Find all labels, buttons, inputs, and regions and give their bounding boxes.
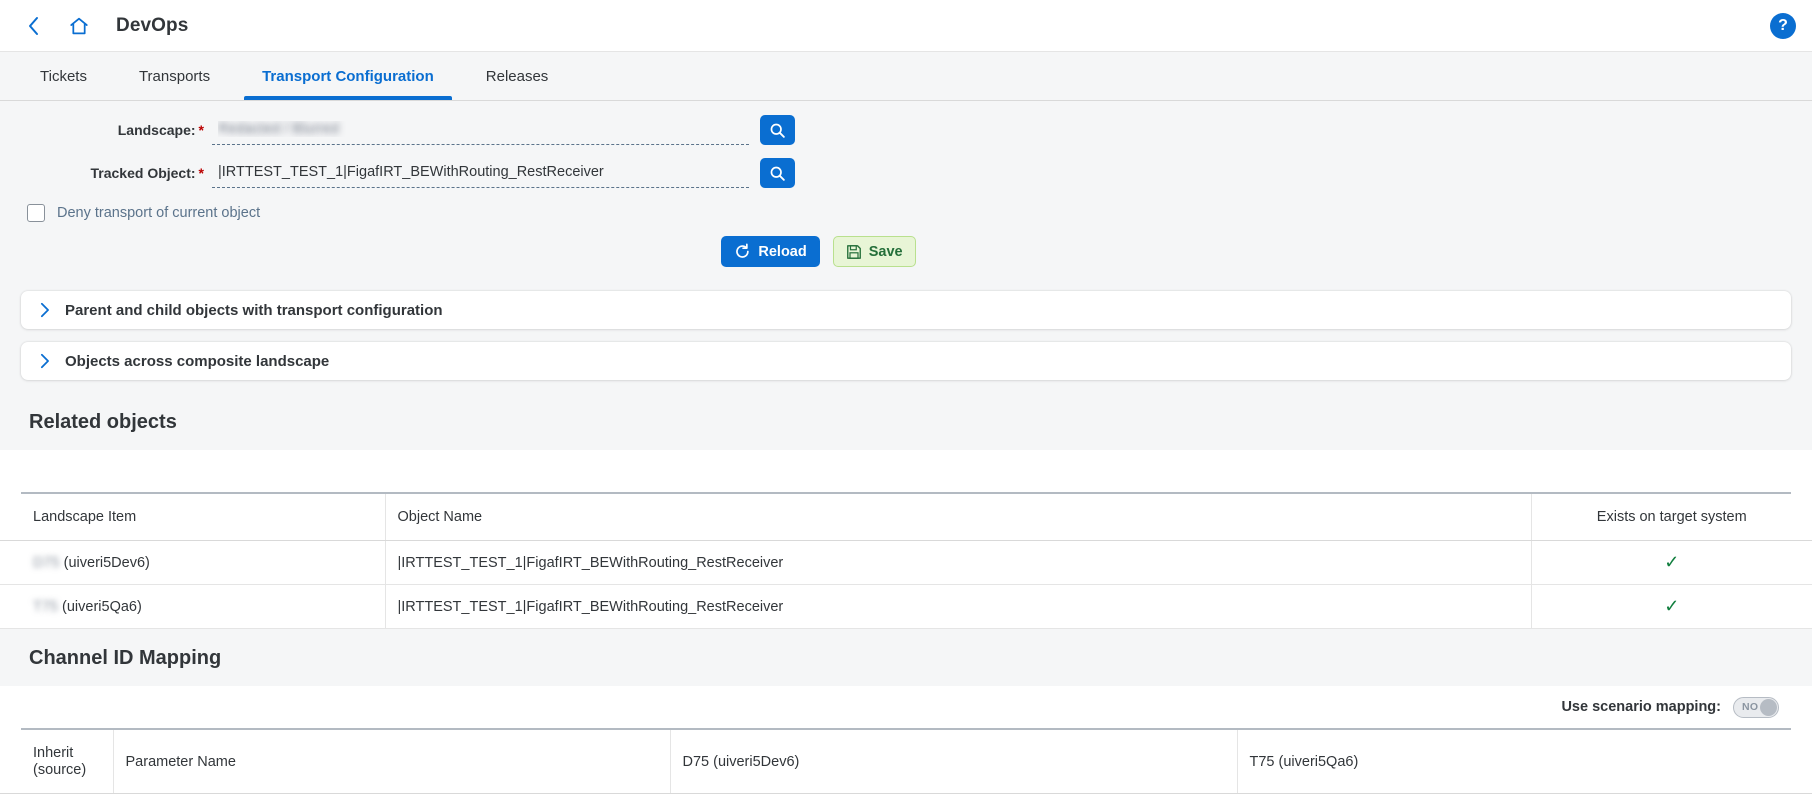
tab-label: Releases (485, 67, 549, 85)
tracked-object-form-row: Tracked Object: * (0, 158, 1812, 188)
tab-tickets[interactable]: Tickets (14, 52, 113, 100)
chevron-left-icon (28, 16, 38, 35)
deny-transport-label: Deny transport of current object (57, 205, 261, 221)
table-row[interactable]: T75 (uiveri5Qa6) |IRTTEST_TEST_1|FigafIR… (0, 584, 1812, 629)
check-icon: ✓ (1664, 552, 1680, 572)
search-icon (770, 166, 785, 181)
panel-title: Objects across composite landscape (65, 352, 330, 370)
search-icon (770, 123, 785, 138)
page-title: DevOps (116, 14, 189, 36)
related-objects-toolbar (0, 450, 1812, 492)
shell-header: DevOps ? (0, 0, 1812, 52)
save-button-label: Save (868, 243, 903, 260)
floppy-disk-icon (846, 244, 861, 259)
column-header-object-name[interactable]: Object Name (385, 494, 1532, 541)
save-button[interactable]: Save (832, 236, 916, 267)
column-header-d75[interactable]: D75 (uiveri5Dev6) (670, 730, 1238, 794)
tab-bar: Tickets Transports Transport Configurati… (0, 52, 1812, 101)
required-indicator: * (198, 122, 204, 138)
refresh-icon (736, 243, 750, 258)
transport-configuration-form: Landscape:* Tracked Object:* Deny tran (0, 101, 1812, 291)
tab-transport-configuration[interactable]: Transport Configuration (236, 52, 460, 100)
related-objects-title: Related objects (29, 411, 177, 433)
table-header-row: Landscape Item Object Name Exists on tar… (0, 494, 1812, 541)
back-button[interactable] (16, 9, 50, 43)
related-objects-table: Landscape Item Object Name Exists on tar… (0, 494, 1812, 629)
column-header-t75[interactable]: T75 (uiveri5Qa6) (1237, 730, 1812, 794)
panel-parent-child-objects[interactable]: Parent and child objects with transport … (21, 291, 1791, 329)
use-scenario-mapping-row: Use scenario mapping: NO (0, 686, 1812, 728)
check-icon: ✓ (1664, 596, 1680, 616)
related-objects-table-card: Landscape Item Object Name Exists on tar… (0, 450, 1812, 629)
landscape-form-row: Landscape: * (0, 115, 1812, 145)
help-button[interactable]: ? (1770, 12, 1796, 39)
tracked-object-search-button[interactable] (760, 158, 795, 188)
column-header-inherit-source[interactable]: Inherit (source) (0, 730, 114, 794)
question-mark-icon: ? (1778, 16, 1788, 34)
tab-transports[interactable]: Transports (113, 52, 236, 100)
panel-composite-landscape-objects[interactable]: Objects across composite landscape (21, 342, 1791, 380)
table-row[interactable]: D75 (uiveri5Dev6) |IRTTEST_TEST_1|FigafI… (0, 540, 1812, 585)
form-action-row: Reload Save (0, 236, 1812, 267)
tab-label: Transport Configuration (262, 67, 434, 85)
tracked-object-label: Tracked Object: * (0, 165, 212, 181)
landscape-item-suffix: (uiveri5Qa6) (58, 598, 142, 615)
home-button[interactable] (60, 9, 98, 43)
cell-object-name: |IRTTEST_TEST_1|FigafIRT_BEWithRouting_R… (385, 584, 1532, 629)
chevron-right-icon (39, 302, 65, 318)
landscape-item-suffix: (uiveri5Dev6) (59, 554, 150, 571)
landscape-search-button[interactable] (760, 115, 795, 145)
cell-landscape-item: D75 (uiveri5Dev6) (0, 540, 386, 585)
column-header-exists-on-target[interactable]: Exists on target system (1531, 494, 1812, 541)
toggle-value: NO (1742, 701, 1759, 713)
deny-transport-checkbox[interactable] (27, 204, 45, 222)
landscape-item-masked: T75 (33, 598, 58, 615)
deny-transport-row: Deny transport of current object (0, 204, 1812, 222)
column-header-landscape-item[interactable]: Landscape Item (0, 494, 386, 541)
cell-object-name: |IRTTEST_TEST_1|FigafIRT_BEWithRouting_R… (385, 540, 1532, 585)
tracked-object-input[interactable] (212, 158, 749, 188)
tab-label: Transports (138, 67, 211, 85)
column-header-parameter-name[interactable]: Parameter Name (113, 730, 671, 794)
landscape-field-wrap (212, 115, 749, 145)
cell-landscape-item: T75 (uiveri5Qa6) (0, 584, 386, 629)
landscape-label-text: Landscape: (117, 122, 196, 138)
cell-exists-on-target: ✓ (1531, 584, 1812, 629)
tracked-object-label-text: Tracked Object: (90, 165, 196, 181)
use-scenario-mapping-toggle[interactable]: NO (1733, 696, 1779, 718)
tracked-object-field-wrap (212, 158, 749, 188)
table-header-row: Inherit (source) Parameter Name D75 (uiv… (0, 730, 1812, 794)
landscape-item-masked: D75 (33, 554, 60, 571)
panel-title: Parent and child objects with transport … (65, 301, 443, 319)
reload-button-label: Reload (758, 243, 807, 260)
channel-id-mapping-title: Channel ID Mapping (29, 647, 222, 669)
chevron-right-icon (39, 353, 65, 369)
tab-label: Tickets (40, 67, 87, 85)
landscape-label: Landscape: * (0, 122, 212, 138)
channel-id-mapping-table-card: Use scenario mapping: NO Inherit (source… (0, 686, 1812, 794)
landscape-input[interactable] (212, 115, 749, 145)
use-scenario-mapping-label: Use scenario mapping: (1561, 699, 1721, 715)
required-indicator: * (198, 165, 204, 181)
reload-button[interactable]: Reload (721, 236, 820, 267)
toggle-knob (1760, 698, 1777, 716)
cell-exists-on-target: ✓ (1531, 540, 1812, 585)
home-icon (70, 17, 88, 34)
channel-id-mapping-table: Inherit (source) Parameter Name D75 (uiv… (0, 730, 1812, 794)
tab-releases[interactable]: Releases (460, 52, 575, 100)
